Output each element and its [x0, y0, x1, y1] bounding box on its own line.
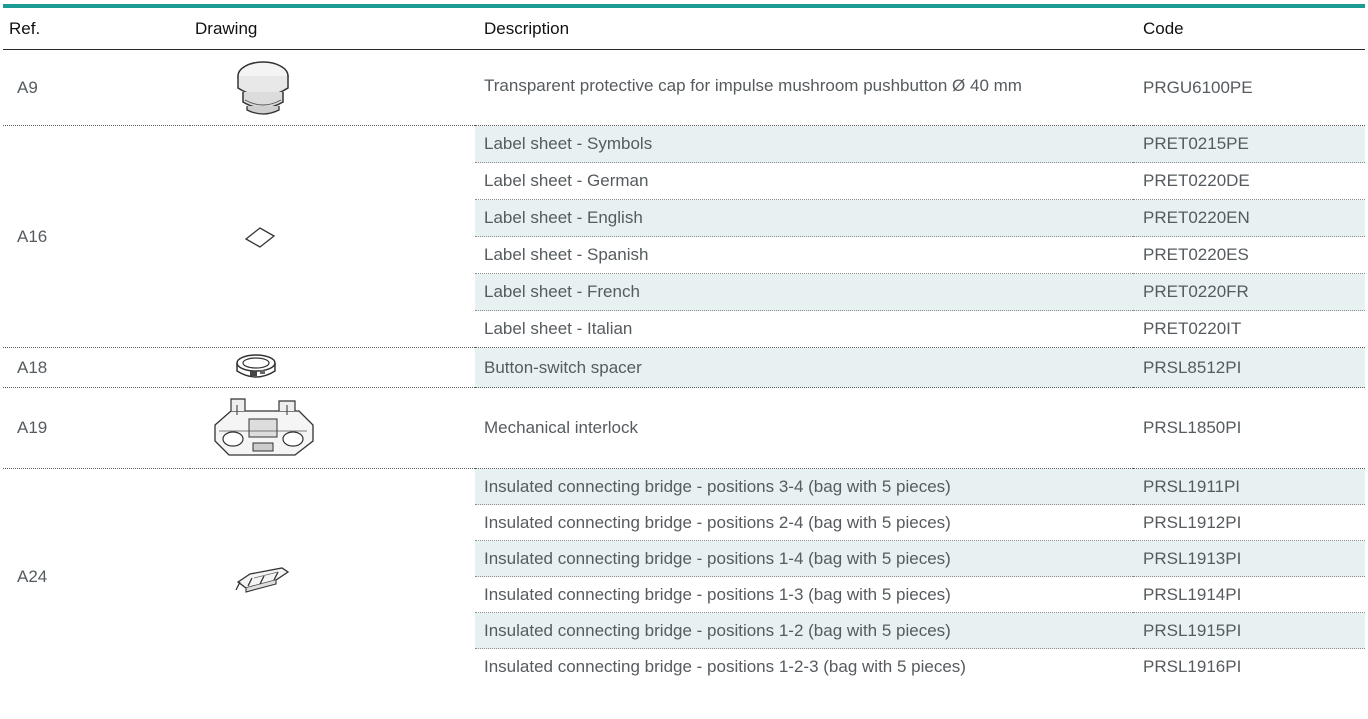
parts-table-page: Ref. Drawing Description Code A9 Transpa…	[0, 0, 1368, 719]
ref-cell: A24	[3, 468, 190, 684]
description-cell: Label sheet - Symbols	[475, 125, 1133, 163]
code-cell: PRET0220EN	[1133, 199, 1365, 237]
ref-cell: A9	[3, 49, 190, 126]
description-cell: Insulated connecting bridge - positions …	[475, 648, 1133, 684]
code-cell: PRET0220DE	[1133, 162, 1365, 200]
description-cell: Insulated connecting bridge - positions …	[475, 468, 1133, 505]
spacer-ring-icon	[236, 353, 276, 378]
code-cell: PRSL1915PI	[1133, 612, 1365, 649]
mechanical-interlock-icon	[214, 398, 314, 456]
ref-cell: A19	[3, 387, 190, 469]
table-row: A16 Label sheet - Symbols PRET0215PE	[3, 125, 1365, 348]
drawing-cell	[190, 125, 475, 348]
column-header-code: Code	[1133, 8, 1365, 50]
code-cell: PRSL1912PI	[1133, 504, 1365, 541]
mushroom-cap-icon	[237, 60, 289, 115]
spare-parts-table: Ref. Drawing Description Code A9 Transpa…	[3, 8, 1365, 684]
column-header-drawing: Drawing	[190, 8, 475, 50]
table-row: A9 Transparent protective cap for impuls…	[3, 49, 1365, 126]
description-cell: Insulated connecting bridge - positions …	[475, 612, 1133, 649]
code-cell: PRSL1913PI	[1133, 540, 1365, 577]
connecting-bridge-icon	[235, 566, 290, 593]
drawing-cell	[190, 468, 475, 684]
code-cell: PRET0220IT	[1133, 310, 1365, 348]
drawing-cell	[190, 347, 475, 388]
table-row: A24 Insulated connecting bridge - positi…	[3, 468, 1365, 684]
code-cell: PRET0220ES	[1133, 236, 1365, 274]
description-cell: Insulated connecting bridge - positions …	[475, 540, 1133, 577]
label-sheet-icon	[244, 226, 276, 248]
code-cell: PRSL8512PI	[1133, 347, 1365, 388]
ref-cell: A16	[3, 125, 190, 348]
description-cell: Mechanical interlock	[475, 387, 1133, 469]
code-cell: PRSL1914PI	[1133, 576, 1365, 613]
column-header-description: Description	[475, 8, 1133, 50]
drawing-cell	[190, 49, 475, 126]
code-cell: PRSL1916PI	[1133, 648, 1365, 684]
code-cell: PRGU6100PE	[1133, 49, 1365, 126]
description-cell: Label sheet - Spanish	[475, 236, 1133, 274]
table-row: A19 Mechanical interlock PRSL1850PI	[3, 387, 1365, 469]
description-cell: Label sheet - Italian	[475, 310, 1133, 348]
description-cell: Transparent protective cap for impulse m…	[475, 49, 1133, 126]
description-cell: Button-switch spacer	[475, 347, 1133, 388]
drawing-cell	[190, 387, 475, 469]
table-header-row: Ref. Drawing Description Code	[3, 8, 1365, 50]
code-cell: PRET0215PE	[1133, 125, 1365, 163]
ref-cell: A18	[3, 347, 190, 388]
code-cell: PRSL1850PI	[1133, 387, 1365, 469]
column-header-ref: Ref.	[3, 8, 190, 50]
description-cell: Label sheet - German	[475, 162, 1133, 200]
description-cell: Label sheet - English	[475, 199, 1133, 237]
code-cell: PRET0220FR	[1133, 273, 1365, 311]
description-cell: Insulated connecting bridge - positions …	[475, 576, 1133, 613]
table-row: A18 Button-switch spacer PRSL8512PI	[3, 347, 1365, 388]
description-cell: Insulated connecting bridge - positions …	[475, 504, 1133, 541]
description-cell: Label sheet - French	[475, 273, 1133, 311]
code-cell: PRSL1911PI	[1133, 468, 1365, 505]
